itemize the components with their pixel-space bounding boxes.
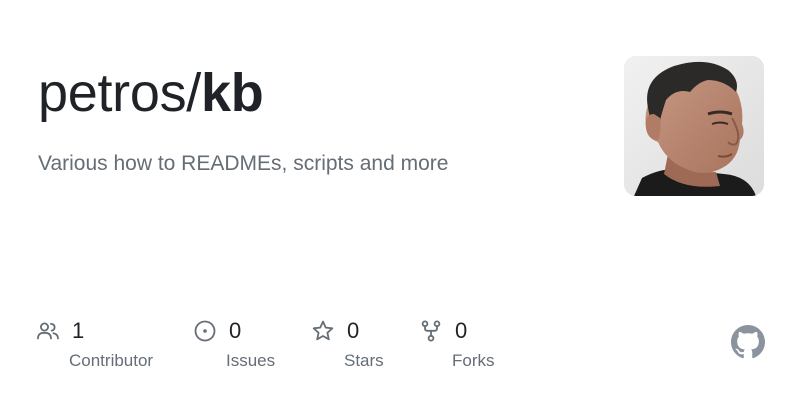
- forks-label: Forks: [452, 351, 495, 370]
- contributors-label: Contributor: [69, 351, 154, 370]
- repo-owner[interactable]: petros/: [38, 63, 201, 123]
- repo-stats: 1 Contributor 0 Issues 0 Stars 0 Forks: [0, 314, 800, 384]
- forks-count: 0: [455, 318, 468, 343]
- issues-count: 0: [229, 318, 242, 343]
- avatar-photo: [624, 56, 764, 196]
- star-icon: [311, 319, 335, 343]
- stat-stars[interactable]: 0 Stars: [311, 314, 384, 372]
- avatar[interactable]: [624, 56, 764, 196]
- issue-opened-icon: [193, 319, 217, 343]
- repo-name[interactable]: kb: [201, 63, 264, 123]
- repo-social-card: petros/kb Various how to READMEs, script…: [0, 0, 800, 419]
- repo-title[interactable]: petros/kb: [38, 60, 264, 126]
- stars-count: 0: [347, 318, 360, 343]
- issues-label: Issues: [226, 351, 276, 370]
- stat-issues[interactable]: 0 Issues: [193, 314, 275, 372]
- people-icon: [36, 319, 60, 343]
- stars-label: Stars: [344, 351, 384, 370]
- contributors-count: 1: [72, 318, 85, 343]
- github-mark-icon[interactable]: [731, 325, 765, 359]
- stat-forks[interactable]: 0 Forks: [419, 314, 495, 372]
- repo-description: Various how to READMEs, scripts and more: [38, 152, 449, 175]
- stat-contributors[interactable]: 1 Contributor: [36, 314, 153, 372]
- repo-forked-icon: [419, 319, 443, 343]
